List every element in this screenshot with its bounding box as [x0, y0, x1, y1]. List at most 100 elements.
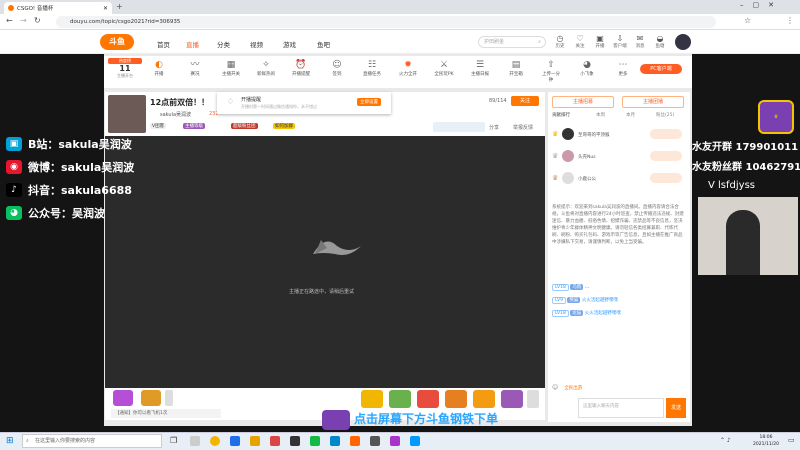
toolbar-item-task[interactable]: ☷ 直播任务 [361, 60, 383, 77]
taskbar-app-icon[interactable] [270, 436, 280, 446]
pc-client-button[interactable]: PC客户端 [640, 64, 682, 74]
taskbar-app-icon[interactable] [390, 436, 400, 446]
streamer-avatar[interactable] [108, 95, 146, 133]
nav-video[interactable]: 视频 [250, 39, 263, 49]
subtab-contrib[interactable]: 贡献排行 [552, 112, 570, 118]
gift-item[interactable] [389, 390, 411, 408]
feedback-link[interactable]: 举报反馈 [513, 124, 533, 131]
taskbar-app-icon[interactable] [290, 436, 300, 446]
url-input[interactable]: douyu.com/topic/csgo2021?rid=306935 [56, 16, 716, 28]
close-tab-icon[interactable]: ✕ [103, 5, 108, 12]
gift-item[interactable] [445, 390, 467, 408]
forward-icon[interactable]: → [20, 16, 27, 25]
douyu-logo[interactable]: 斗鱼 [100, 34, 134, 50]
overlay-bilibili: ▣ B站：sakula吴润波 [6, 136, 132, 152]
gift-item[interactable] [361, 390, 383, 408]
toolbar-item-elephant[interactable]: ◕ 小飞象 [576, 60, 598, 77]
chat-input[interactable]: 这里输入聊天内容 [578, 398, 664, 418]
follow-room-button[interactable]: 关注 [511, 96, 539, 106]
toolbar-item-pk[interactable]: ⚔ 全民玩PK [433, 60, 455, 77]
douyin-icon: ♪ [6, 183, 22, 197]
gift-item[interactable] [527, 390, 539, 408]
toolbar-item-remind[interactable]: ⏰ 开播提醒 [290, 60, 312, 77]
reload-icon[interactable]: ↻ [34, 16, 41, 25]
nav-home[interactable]: 首页 [157, 39, 170, 49]
sidebar-tab-recruit[interactable]: 主播招募 [552, 96, 614, 108]
taskbar-app-icon[interactable] [350, 436, 360, 446]
follow-button[interactable]: ♡ 关注 [572, 34, 588, 49]
gift-item[interactable] [141, 390, 161, 406]
toolbar-item-chest[interactable]: ▤ 开宝箱 [505, 60, 527, 77]
search-input[interactable]: 护田刷金 ⌕ [478, 36, 546, 48]
popup-setup-button[interactable]: 立即设置 [357, 98, 381, 106]
emoji-icon[interactable]: ☺ [552, 384, 558, 391]
new-tab-icon[interactable]: + [116, 2, 123, 11]
client-button[interactable]: ⇩ 客户端 [612, 34, 628, 49]
toolbar-item-fresh[interactable]: ✧ 新鲜热闹 [255, 60, 277, 77]
user-avatar[interactable] [675, 34, 691, 50]
chrome-icon[interactable] [210, 436, 220, 446]
browser-tab[interactable]: CSGO! 音播杯 ✕ [4, 2, 112, 14]
tag-level[interactable]: 主播等级 [183, 123, 205, 129]
video-player[interactable]: 主播正在路途中，请稍后重试 [105, 136, 545, 388]
gift-item[interactable] [473, 390, 495, 408]
system-tray[interactable]: ⌃ ♪ [720, 437, 731, 444]
toolbar-item-signin[interactable]: ☺ 签到 [326, 60, 348, 77]
nav-games[interactable]: 游戏 [283, 39, 296, 49]
nav-category[interactable]: 分类 [217, 39, 230, 49]
toolbar-item-upload[interactable]: ⇧ 上传一分钟 [540, 60, 562, 83]
subtab-month[interactable]: 本月 [626, 112, 635, 118]
minimize-icon[interactable]: – [740, 1, 753, 9]
toolbar-item-switch[interactable]: ▦ 主播开关 [220, 60, 242, 77]
rank-row[interactable]: ♛ 至哥哥的平顶猴 [552, 128, 686, 142]
streamer-name[interactable]: sakula吴润波 [160, 111, 191, 118]
nav-live[interactable]: 直播 [186, 39, 199, 49]
star-icon[interactable]: ☆ [744, 16, 751, 25]
taskbar-app-icon[interactable] [310, 436, 320, 446]
send-button[interactable]: 发送 [666, 398, 686, 418]
taskbar-app-icon[interactable] [410, 436, 420, 446]
clock[interactable]: 18:06 2021/11/20 [748, 434, 784, 448]
nav-fishbar[interactable]: 鱼吧 [317, 39, 330, 49]
sidebar-tab-group[interactable]: 主播团播 [622, 96, 684, 108]
toolbar-item-status[interactable]: 〰赛况 [184, 60, 206, 77]
crown-icon: ♛ [552, 130, 559, 138]
windows-start-icon[interactable]: ⊞ [6, 436, 14, 446]
tag-fans[interactable]: 超级粉丝团 [231, 123, 258, 129]
tag-vgroup[interactable]: V团客 [150, 123, 167, 129]
toolbar-item-report[interactable]: ☰ 主播日报 [469, 60, 491, 77]
rank-row[interactable]: ♛ 头壳Nus [552, 150, 686, 164]
subtab-week[interactable]: 本周 [596, 112, 605, 118]
douyu-favicon-icon [8, 5, 14, 11]
maximize-icon[interactable]: ▢ [753, 1, 769, 9]
taskbar-app-icon[interactable] [230, 436, 240, 446]
menu-icon[interactable]: ⋮ [786, 16, 794, 25]
taskbar-search-input[interactable]: ⌕ 在这里输入你要搜索的内容 [22, 434, 162, 448]
taskbar-app-icon[interactable] [330, 436, 340, 446]
notification-icon[interactable]: ▭ [788, 436, 795, 444]
start-live-button[interactable]: ▣ 开播 [592, 34, 608, 49]
toolbar-item-live[interactable]: ◐ 开播 [148, 60, 170, 77]
report-feedback-link[interactable] [433, 122, 485, 132]
gift-item[interactable] [165, 390, 173, 406]
gift-item[interactable] [417, 390, 439, 408]
close-icon[interactable]: ✕ [768, 1, 783, 9]
toolbar-item-more[interactable]: ⋯ 更多 [612, 60, 634, 77]
task-view-icon[interactable]: ❐ [170, 436, 177, 445]
share-link[interactable]: 分享 [489, 124, 499, 131]
taskbar-app-icon[interactable] [250, 436, 260, 446]
rank-row[interactable]: ♛ 小鹿公公 [552, 172, 686, 186]
gift-item[interactable] [501, 390, 523, 408]
back-icon[interactable]: ← [6, 16, 13, 25]
rank-box[interactable]: 热度榜 11 主播开台 [108, 58, 142, 84]
history-button[interactable]: ◷ 历史 [552, 34, 568, 49]
search-icon[interactable]: ⌕ [538, 37, 541, 47]
fishpond-button[interactable]: ◒ 鱼塘 [652, 34, 668, 49]
gift-item[interactable] [113, 390, 133, 406]
taskbar-app-icon[interactable] [370, 436, 380, 446]
taskbar-app-icon[interactable] [190, 436, 200, 446]
tag-group[interactable]: 如何加群 [273, 123, 295, 129]
toolbar-item-fire[interactable]: ✹ 火力全开 [397, 60, 419, 77]
message-button[interactable]: ✉ 消息 [632, 34, 648, 49]
subtab-fans[interactable]: 粉丝(25) [656, 112, 674, 118]
